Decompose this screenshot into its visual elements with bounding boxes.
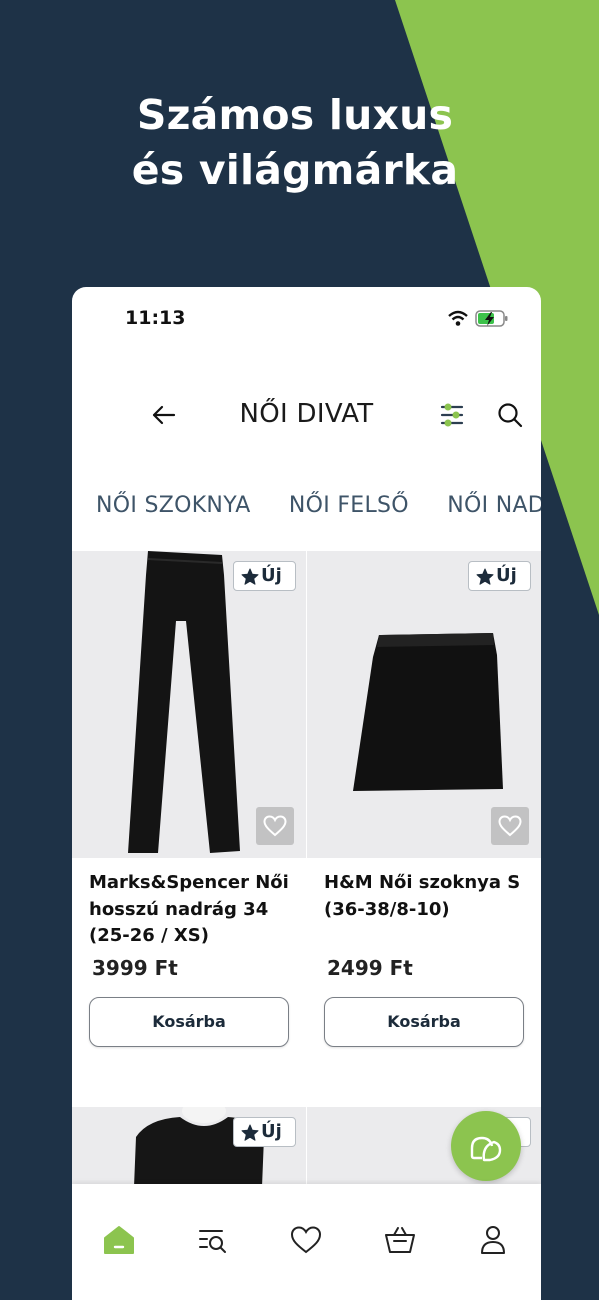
product-price: 3999 Ft xyxy=(92,956,178,980)
new-badge-label: Új xyxy=(261,565,282,586)
promo-headline-line1: Számos luxus xyxy=(136,91,454,139)
home-icon xyxy=(104,1226,134,1254)
star-icon xyxy=(241,1124,259,1141)
heart-icon xyxy=(498,815,522,837)
product-image[interactable]: Új xyxy=(307,551,541,858)
bottom-navigation xyxy=(72,1184,541,1300)
product-name[interactable]: H&M Női szoknya S (36-38/8-10) xyxy=(324,870,529,923)
product-price: 2499 Ft xyxy=(327,956,413,980)
promo-headline: Számos luxus és világmárka xyxy=(0,88,590,198)
heart-icon xyxy=(290,1226,322,1254)
nav-home[interactable] xyxy=(102,1223,136,1257)
new-badge-label: Új xyxy=(496,565,517,586)
status-icons xyxy=(448,309,510,333)
add-to-cart-button[interactable]: Kosárba xyxy=(89,997,289,1047)
new-badge: Új xyxy=(468,561,531,591)
phone-screen: 11:13 NŐI DIVAT NŐI SZOKNYA NŐI FELSŐ NŐ… xyxy=(72,287,541,1300)
app-bar: NŐI DIVAT xyxy=(72,383,541,447)
star-icon xyxy=(241,568,259,585)
profile-icon xyxy=(481,1226,505,1254)
new-badge: Új xyxy=(233,1117,296,1147)
favorite-button[interactable] xyxy=(491,807,529,845)
cart-icon xyxy=(385,1227,415,1253)
new-badge: Új xyxy=(233,561,296,591)
product-image[interactable]: Új xyxy=(72,1107,306,1187)
nav-browse[interactable] xyxy=(195,1223,229,1257)
category-tab[interactable]: NŐI FELSŐ xyxy=(289,493,409,518)
add-to-cart-button[interactable]: Kosárba xyxy=(324,997,524,1047)
heart-icon xyxy=(263,815,287,837)
chat-button[interactable] xyxy=(451,1111,521,1181)
nav-profile[interactable] xyxy=(476,1223,510,1257)
page-title: NŐI DIVAT xyxy=(239,399,374,429)
product-name[interactable]: Marks&Spencer Női hosszú nadrág 34 (25-2… xyxy=(89,870,294,950)
chat-icon xyxy=(470,1136,502,1162)
status-time: 11:13 xyxy=(125,307,186,329)
product-card[interactable]: Új Marks&Spencer Női hosszú nadrág 34 (2… xyxy=(72,551,306,1071)
category-tab[interactable]: NŐI SZOKNYA xyxy=(96,493,251,518)
search-icon xyxy=(498,403,523,428)
favorite-button[interactable] xyxy=(256,807,294,845)
wifi-icon xyxy=(448,310,468,326)
search-button[interactable] xyxy=(496,401,524,429)
star-icon xyxy=(476,568,494,585)
product-image[interactable]: Új xyxy=(72,551,306,858)
filter-button[interactable] xyxy=(438,401,466,429)
battery-charging-icon xyxy=(475,310,508,327)
category-tab[interactable]: NŐI NAD xyxy=(447,493,541,518)
promo-headline-line2: és világmárka xyxy=(131,146,459,194)
browse-icon xyxy=(199,1230,226,1253)
category-tabs: NŐI SZOKNYA NŐI FELSŐ NŐI NAD xyxy=(96,493,541,518)
nav-favorites[interactable] xyxy=(289,1223,323,1257)
product-card[interactable]: Új H&M Női szoknya S (36-38/8-10) 2499 F… xyxy=(307,551,541,1071)
filter-icon xyxy=(440,403,464,427)
new-badge-label: Új xyxy=(261,1121,282,1142)
nav-cart[interactable] xyxy=(383,1223,417,1257)
